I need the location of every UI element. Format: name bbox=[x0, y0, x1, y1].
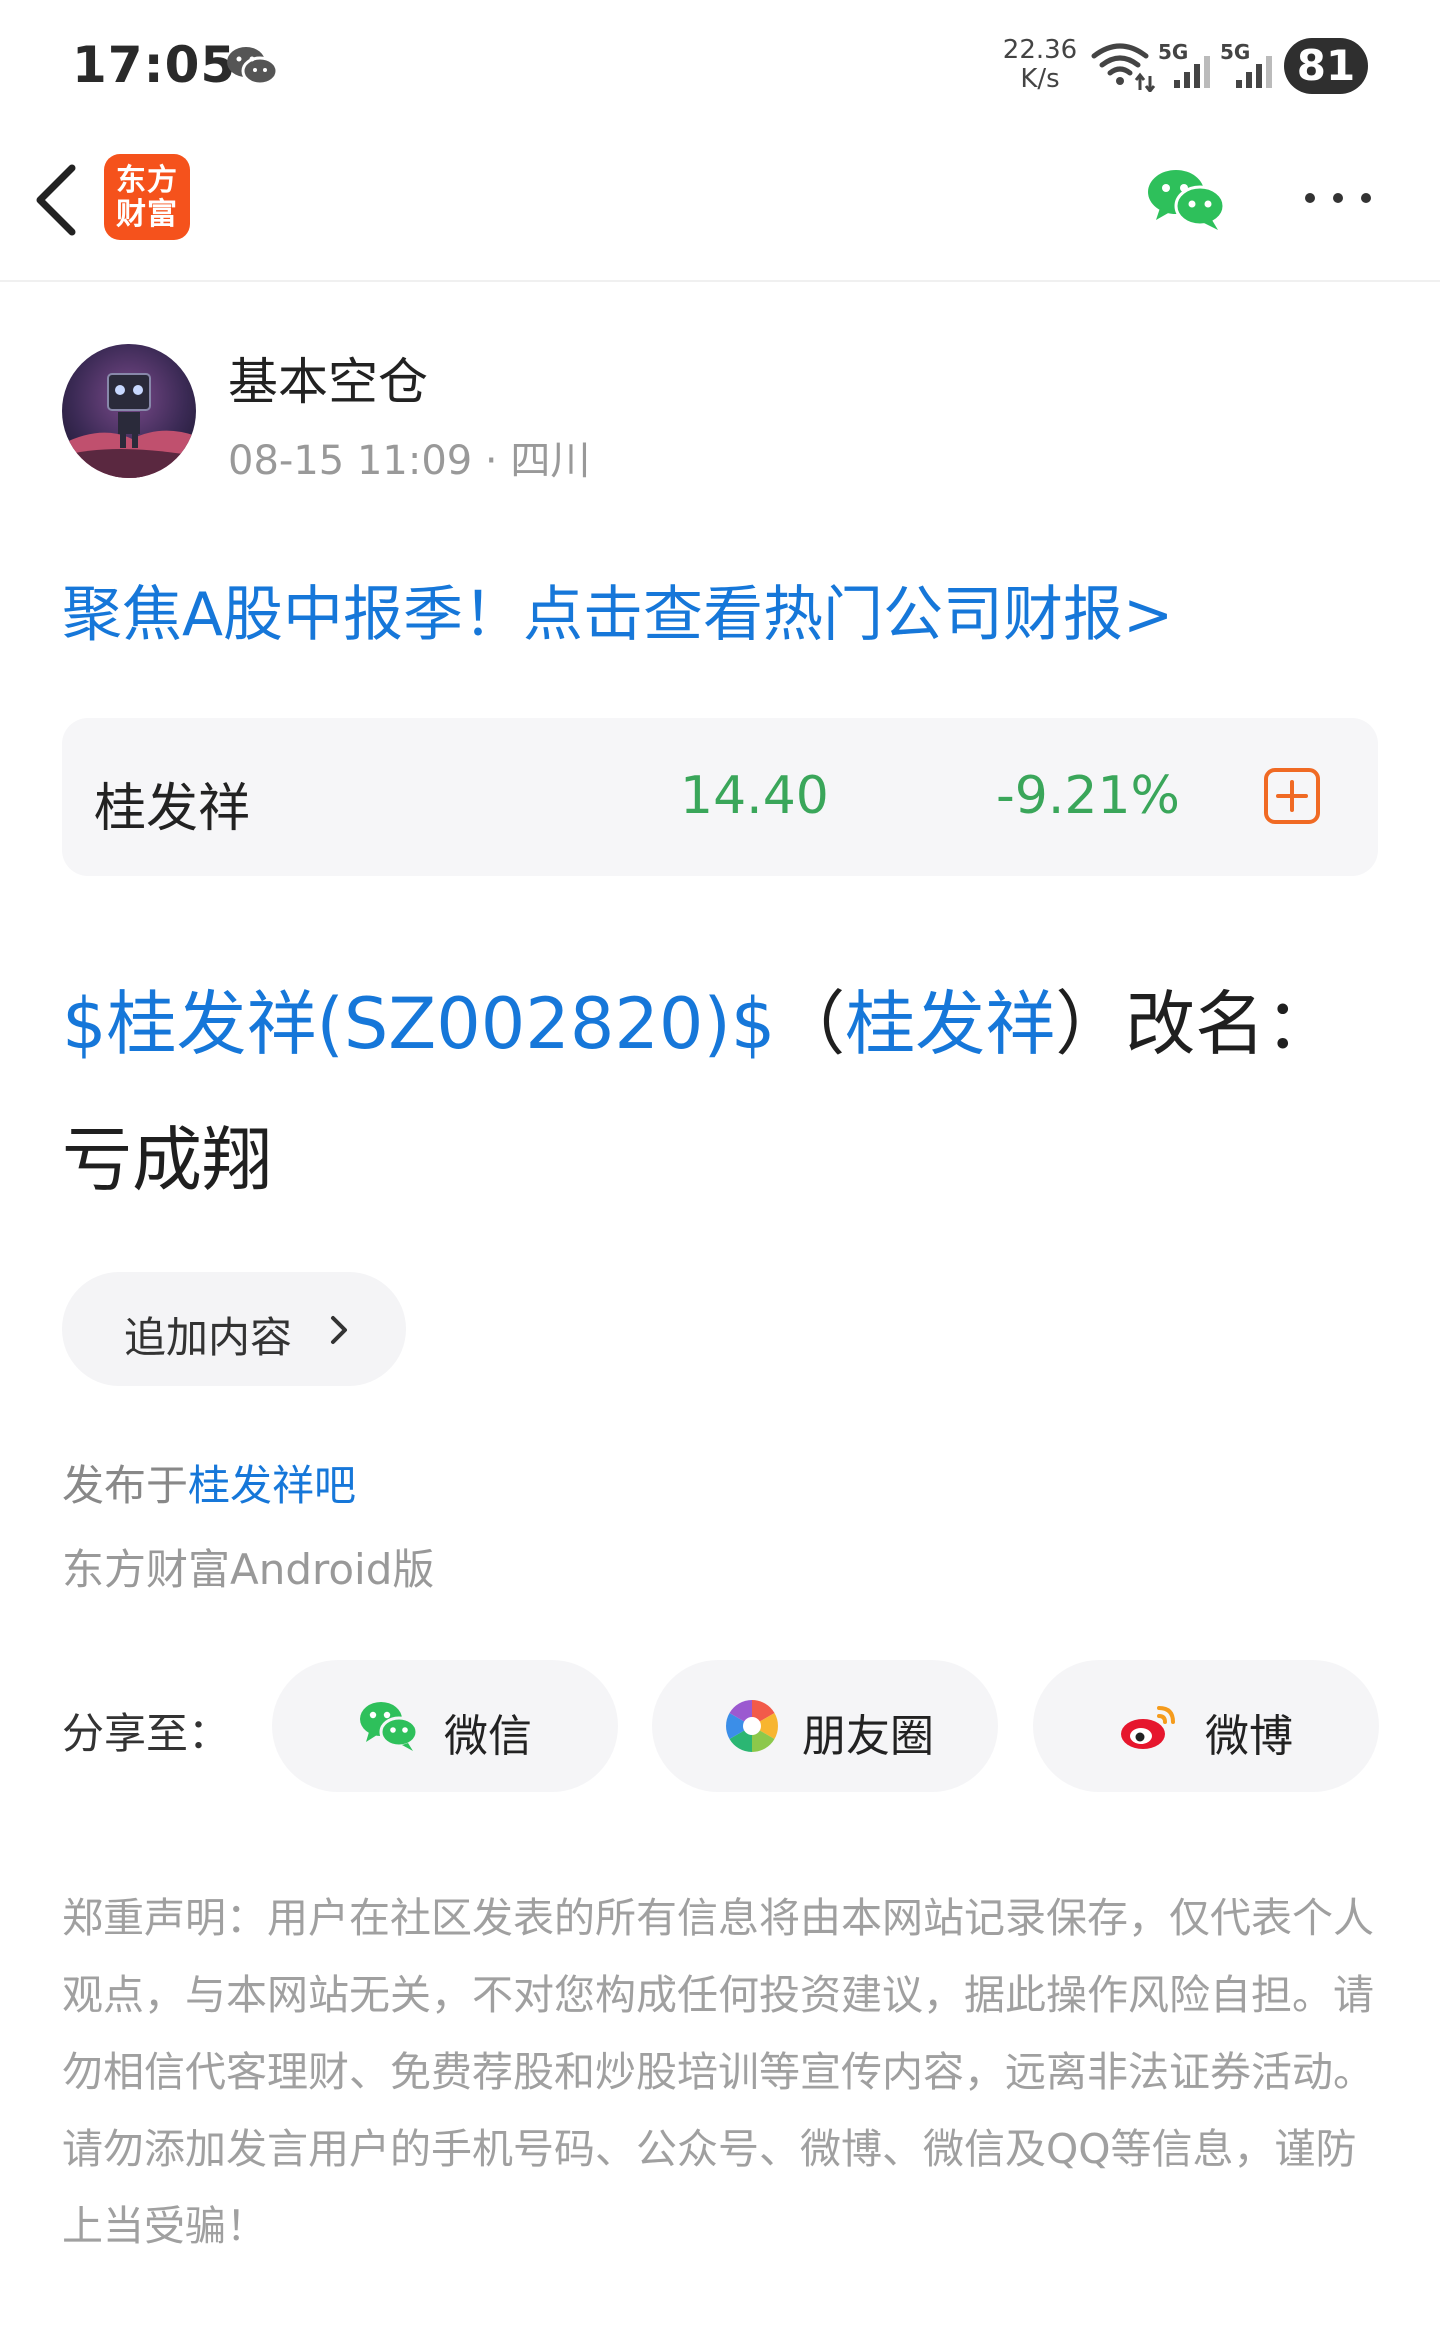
status-bar: 17:05 22.36 K/s 5G 5G 81 bbox=[0, 0, 1440, 130]
promo-link[interactable]: 聚焦A股中报季！点击查看热门公司财报> bbox=[62, 566, 1173, 653]
title-paren-open: （ bbox=[775, 983, 846, 1065]
author-avatar[interactable] bbox=[62, 344, 196, 478]
back-arrow-icon[interactable] bbox=[28, 160, 84, 240]
stock-tag-link[interactable]: $桂发祥(SZ002820)$ bbox=[62, 983, 775, 1065]
stock-name: 桂发祥 bbox=[94, 779, 251, 839]
disclaimer-text: 郑重声明：用户在社区发表的所有信息将由本网站记录保存，仅代表个人观点，与本网站无… bbox=[62, 1894, 1374, 2250]
append-content-button[interactable]: 追加内容 bbox=[62, 1272, 406, 1386]
post-meta: 08-15 11:09 · 四川 bbox=[228, 428, 590, 486]
status-time: 17:05 bbox=[72, 36, 237, 94]
signal-5g-2-icon: 5G bbox=[1220, 40, 1280, 92]
weibo-icon bbox=[1121, 1706, 1175, 1749]
share-moments-button[interactable]: 朋友圈 bbox=[652, 1660, 998, 1792]
share-weibo-button[interactable]: 微博 bbox=[1033, 1660, 1379, 1792]
stock-name-link[interactable]: 桂发祥 bbox=[845, 983, 1055, 1065]
more-options-icon[interactable] bbox=[1302, 186, 1374, 210]
share-wechat-label: 微信 bbox=[444, 1711, 532, 1762]
meta-separator: · bbox=[472, 438, 511, 484]
logo-line-2: 财富 bbox=[116, 197, 178, 232]
title-paren-close: ） bbox=[1055, 983, 1126, 1065]
add-watchlist-icon[interactable] bbox=[1262, 766, 1322, 826]
wechat-share-icon[interactable] bbox=[1146, 166, 1226, 232]
signal-5g-1-icon: 5G bbox=[1158, 40, 1218, 92]
share-moments-label: 朋友圈 bbox=[802, 1711, 934, 1762]
wechat-icon bbox=[360, 1702, 418, 1751]
post-title: $桂发祥(SZ002820)$（桂发祥）改名：亏成翔 bbox=[62, 956, 1382, 1228]
published-prefix: 发布于 bbox=[62, 1461, 189, 1510]
wechat-notification-icon bbox=[227, 47, 278, 86]
network-speed: 22.36 K/s bbox=[1000, 36, 1080, 94]
eastmoney-logo[interactable]: 东方 财富 bbox=[104, 154, 190, 240]
share-to-label: 分享至： bbox=[62, 1709, 231, 1758]
share-wechat-button[interactable]: 微信 bbox=[272, 1660, 618, 1792]
top-nav-bar: 东方 财富 bbox=[0, 130, 1440, 282]
author-name[interactable]: 基本空仓 bbox=[228, 342, 428, 414]
share-weibo-label: 微博 bbox=[1205, 1711, 1293, 1762]
stock-quote-card[interactable]: 桂发祥 14.40 -9.21% bbox=[62, 718, 1378, 876]
stock-price: 14.40 bbox=[680, 766, 829, 826]
moments-icon bbox=[726, 1700, 778, 1752]
network-speed-value: 22.36 bbox=[1002, 35, 1078, 65]
stock-change-percent: -9.21% bbox=[996, 766, 1180, 826]
published-in: 发布于桂发祥吧 bbox=[62, 1452, 356, 1513]
battery-indicator: 81 bbox=[1284, 38, 1368, 94]
post-time: 08-15 11:09 bbox=[228, 438, 473, 484]
append-content-label: 追加内容 bbox=[124, 1313, 293, 1362]
client-source: 东方财富Android版 bbox=[62, 1545, 435, 1594]
logo-line-1: 东方 bbox=[116, 163, 178, 198]
wifi-icon bbox=[1091, 43, 1156, 92]
network-speed-unit: K/s bbox=[1020, 64, 1060, 94]
chevron-right-icon bbox=[331, 1316, 347, 1344]
stock-bar-link[interactable]: 桂发祥吧 bbox=[188, 1461, 356, 1510]
post-location: 四川 bbox=[510, 438, 591, 484]
